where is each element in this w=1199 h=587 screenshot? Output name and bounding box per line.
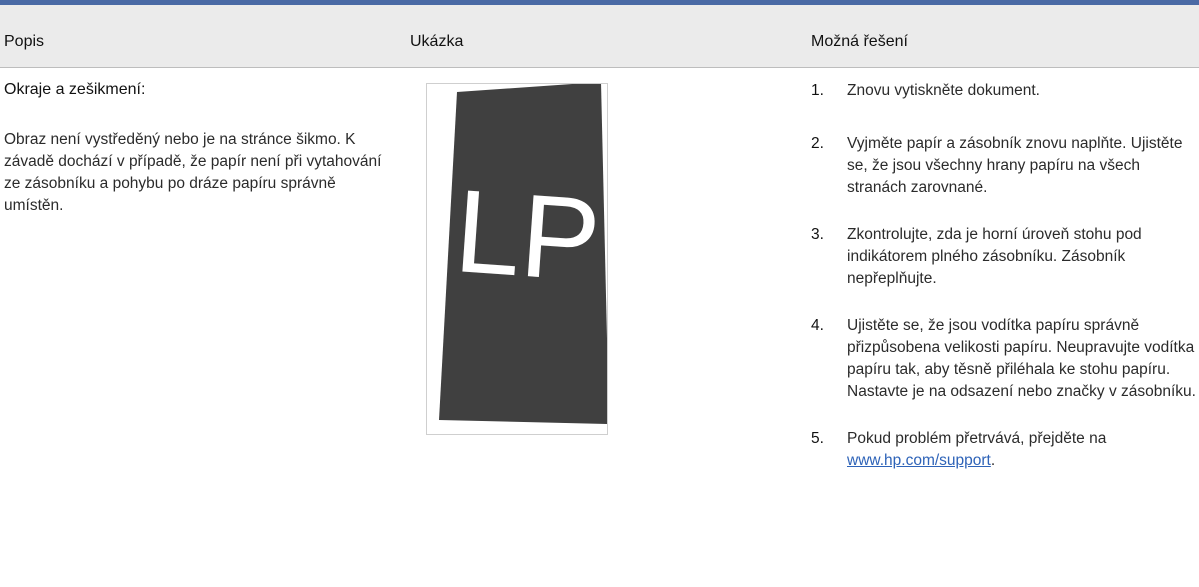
step-text: Znovu vytiskněte dokument. <box>847 82 1040 99</box>
list-item: 2. Vyjměte papír a zásobník znovu naplňt… <box>811 133 1199 199</box>
row-description: Obraz není vystředěný nebo je na stránce… <box>4 131 382 214</box>
row-title: Okraje a zešikmení: <box>4 81 146 98</box>
sample-letters: LP <box>451 165 604 307</box>
list-item: 1. Znovu vytiskněte dokument. <box>811 80 1199 102</box>
step-text-before-link: Pokud problém přetrvává, přejděte na <box>847 430 1107 447</box>
list-item: 4. Ujistěte se, že jsou vodítka papíru s… <box>811 315 1199 403</box>
step-text: Zkontrolujte, zda je horní úroveň stohu … <box>847 226 1142 287</box>
header-solutions: Možná řešení <box>811 33 908 50</box>
skewed-page-illustration: LP <box>439 84 607 424</box>
step-text: Vyjměte papír a zásobník znovu naplňte. … <box>847 135 1183 196</box>
table-header: Popis Ukázka Možná řešení <box>0 5 1199 68</box>
header-description: Popis <box>4 33 45 50</box>
step-number: 4. <box>811 317 824 334</box>
step-number: 5. <box>811 430 824 447</box>
header-sample: Ukázka <box>410 33 464 50</box>
list-item: 5. Pokud problém přetrvává, přejděte na … <box>811 428 1199 472</box>
sample-image: LP <box>426 83 608 435</box>
support-link[interactable]: www.hp.com/support <box>847 452 991 469</box>
step-number: 3. <box>811 226 824 243</box>
list-item: 3. Zkontrolujte, zda je horní úroveň sto… <box>811 224 1199 290</box>
step-text-after-link: . <box>990 452 996 469</box>
solutions-list: 1. Znovu vytiskněte dokument. 2. Vyjměte… <box>811 80 1199 472</box>
step-number: 2. <box>811 135 824 152</box>
step-text: Ujistěte se, že jsou vodítka papíru sprá… <box>847 317 1196 400</box>
step-number: 1. <box>811 82 824 99</box>
